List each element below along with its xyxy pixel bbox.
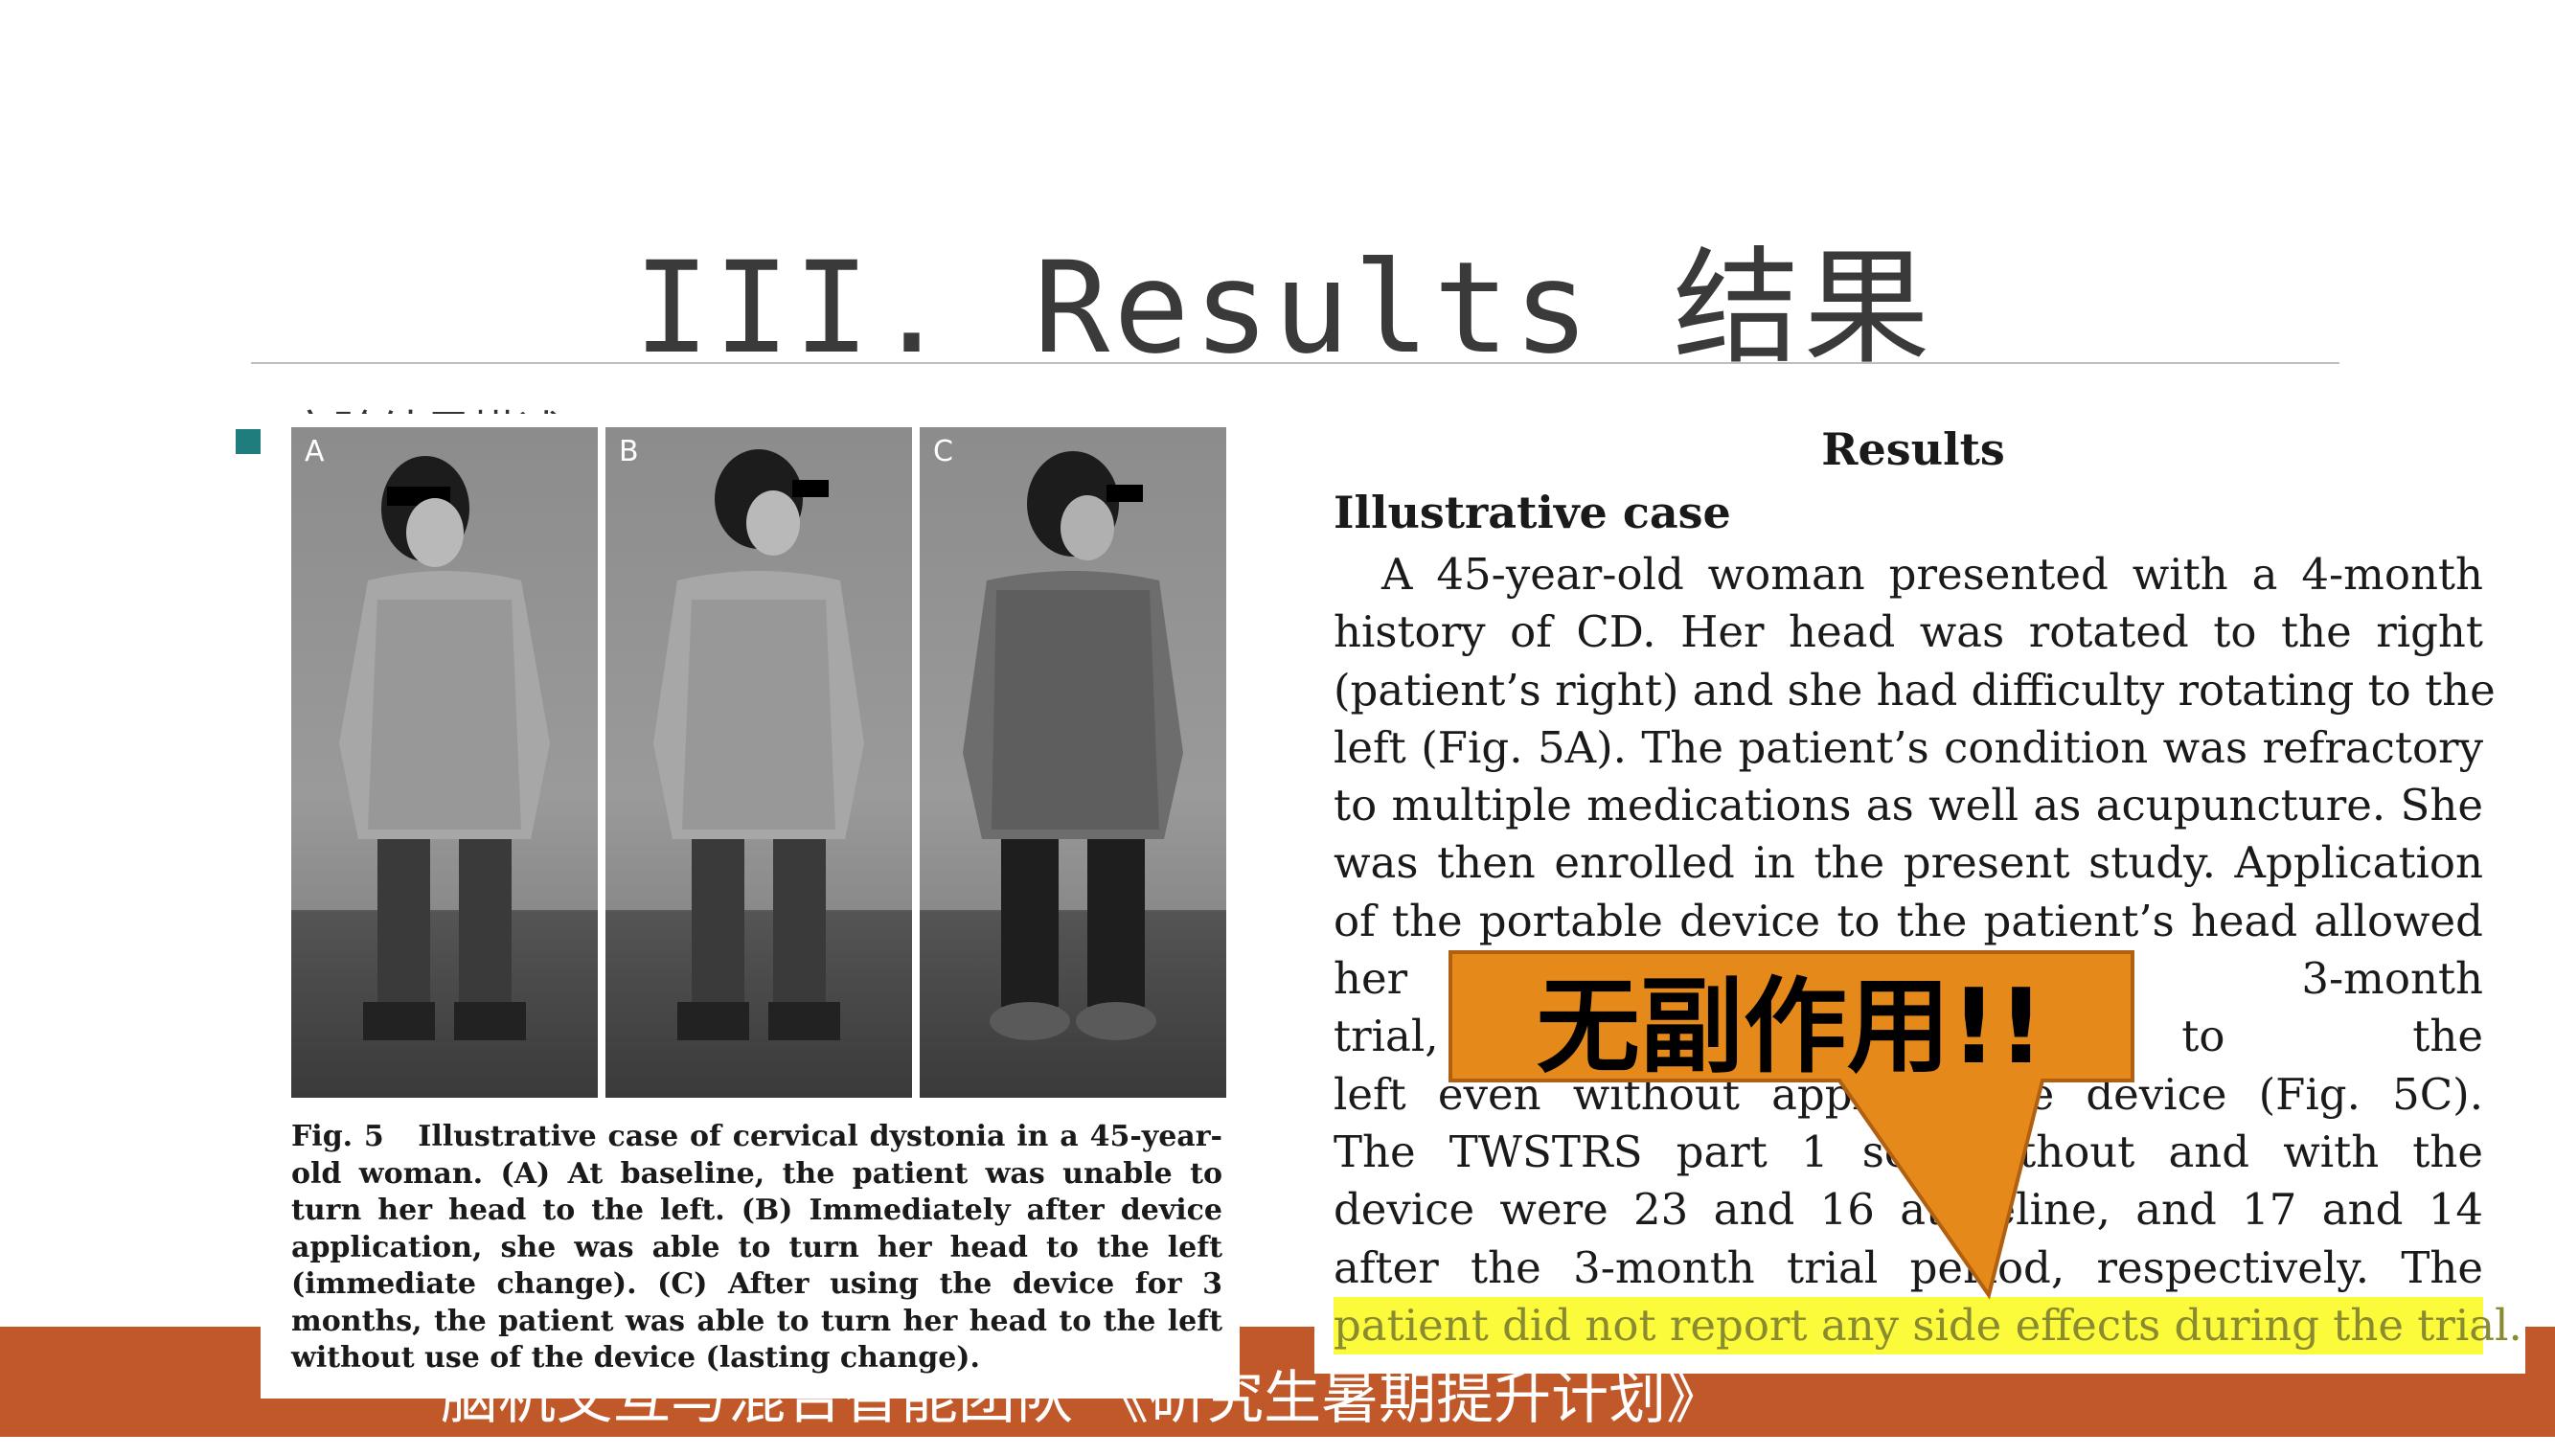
body-line: The TWSTRS part 1 sco without and with t… xyxy=(1334,1126,2483,1177)
body-line: device were 23 and 16 at seline, and 17 … xyxy=(1334,1184,2483,1236)
body-line: after the 3-month trial period, respecti… xyxy=(1334,1241,2483,1293)
article-card: Results Illustrative case A 45-year-old … xyxy=(1314,414,2525,1374)
body-line: (patient’s right) and she had difficulty… xyxy=(1334,664,2496,716)
photo-panel-c: C xyxy=(920,427,1226,1098)
patient-figure-b xyxy=(653,449,864,1040)
highlighted-line: patient did not report any side effects … xyxy=(1334,1296,2522,1355)
body-line: was then enrolled in the present study. … xyxy=(1334,837,2483,889)
subsection-heading: Illustrative case xyxy=(1334,487,1731,538)
figure-caption: Fig. 5 Illustrative case of cervical dys… xyxy=(291,1119,1222,1377)
caption-text: Illustrative case of cervical dystonia i… xyxy=(291,1120,1222,1375)
title-divider xyxy=(251,362,2339,364)
caption-label: Fig. 5 xyxy=(291,1120,384,1153)
callout-label: 无副作用!! xyxy=(1536,967,2045,1087)
photo-panel-a: A xyxy=(291,427,598,1098)
figure-card: A B C Fig. 5 Illustrative case of cervic… xyxy=(261,414,1240,1399)
section-heading: Results xyxy=(1821,423,2005,475)
body-line: of the portable device to the patient’s … xyxy=(1334,895,2483,946)
body-line: left (Fig. 5A). The patient’s condition … xyxy=(1334,721,2483,773)
patient-figure-a xyxy=(339,456,550,1040)
photo-strip: A B C xyxy=(291,427,1226,1098)
body-line: A 45-year-old woman presented with a 4-m… xyxy=(1381,549,2483,600)
body-line: history of CD. Her head was rotated to t… xyxy=(1334,606,2483,658)
body-line: to multiple medications as well as acupu… xyxy=(1334,780,2483,831)
bullet-marker xyxy=(236,429,261,454)
patient-figure-c xyxy=(963,451,1183,1040)
photo-panel-b: B xyxy=(605,427,912,1098)
